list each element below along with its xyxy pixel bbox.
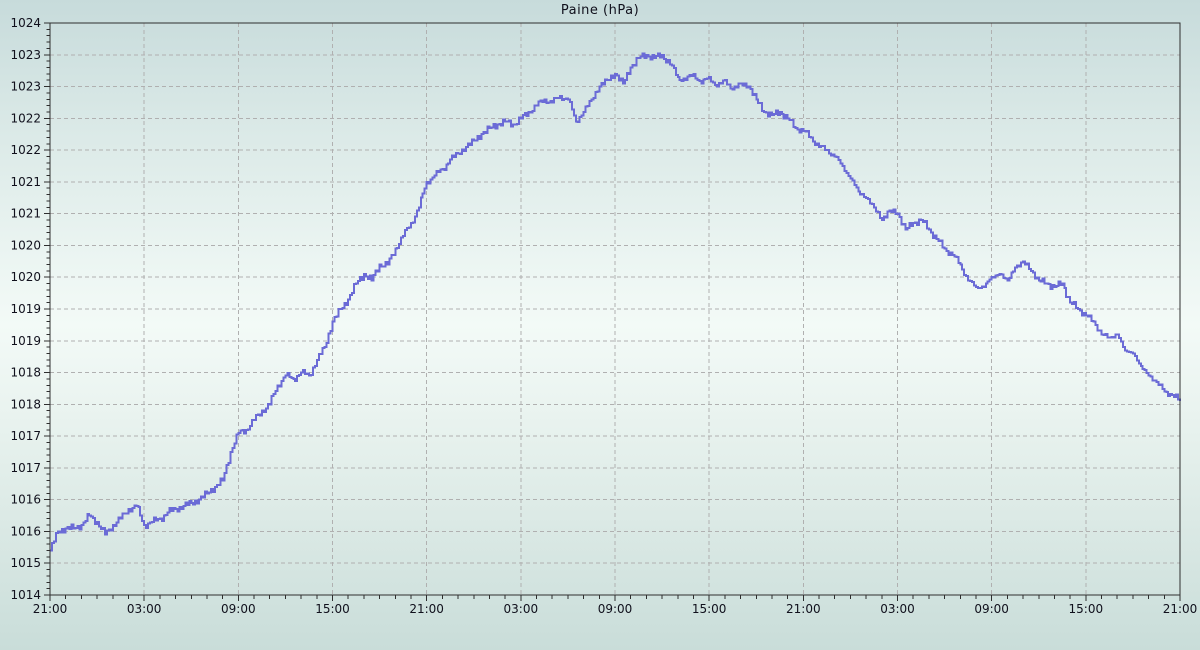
y-tick-label: 1014	[10, 588, 41, 602]
y-tick-label: 1020	[10, 238, 41, 252]
x-tick-label: 09:00	[221, 602, 256, 616]
y-tick-label: 1023	[10, 80, 41, 94]
x-tick-label: 09:00	[598, 602, 633, 616]
y-tick-label: 1019	[10, 302, 41, 316]
y-tick-label: 1020	[10, 270, 41, 284]
y-tick-label: 1018	[10, 366, 41, 380]
y-tick-label: 1019	[10, 334, 41, 348]
x-tick-label: 21:00	[786, 602, 821, 616]
x-tick-label: 21:00	[33, 602, 68, 616]
x-tick-label: 15:00	[1069, 602, 1104, 616]
y-tick-label: 1021	[10, 207, 41, 221]
y-tick-label: 1017	[10, 429, 41, 443]
y-tick-label: 1016	[10, 524, 41, 538]
y-tick-label: 1016	[10, 493, 41, 507]
x-tick-label: 09:00	[974, 602, 1009, 616]
x-tick-label: 03:00	[880, 602, 915, 616]
y-tick-label: 1018	[10, 397, 41, 411]
x-tick-label: 03:00	[504, 602, 539, 616]
y-tick-label: 1022	[10, 143, 41, 157]
y-tick-label: 1024	[10, 16, 41, 30]
x-tick-label: 03:00	[127, 602, 162, 616]
x-tick-label: 21:00	[1163, 602, 1198, 616]
x-tick-label: 15:00	[692, 602, 727, 616]
y-tick-label: 1023	[10, 48, 41, 62]
pressure-plot-canvas: 1024 1023 1023 1022 1022 1021 1021 1020 1020 1019…	[0, 0, 1200, 650]
y-tick-label: 1021	[10, 175, 41, 189]
y-tick-label: 1017	[10, 461, 41, 475]
y-tick-label: 1022	[10, 111, 41, 125]
x-tick-label: 21:00	[409, 602, 444, 616]
pressure-chart: Paine (hPa) 1024102310231022102210211021…	[0, 0, 1200, 650]
y-tick-label: 1015	[10, 556, 41, 570]
x-tick-label: 15:00	[315, 602, 350, 616]
